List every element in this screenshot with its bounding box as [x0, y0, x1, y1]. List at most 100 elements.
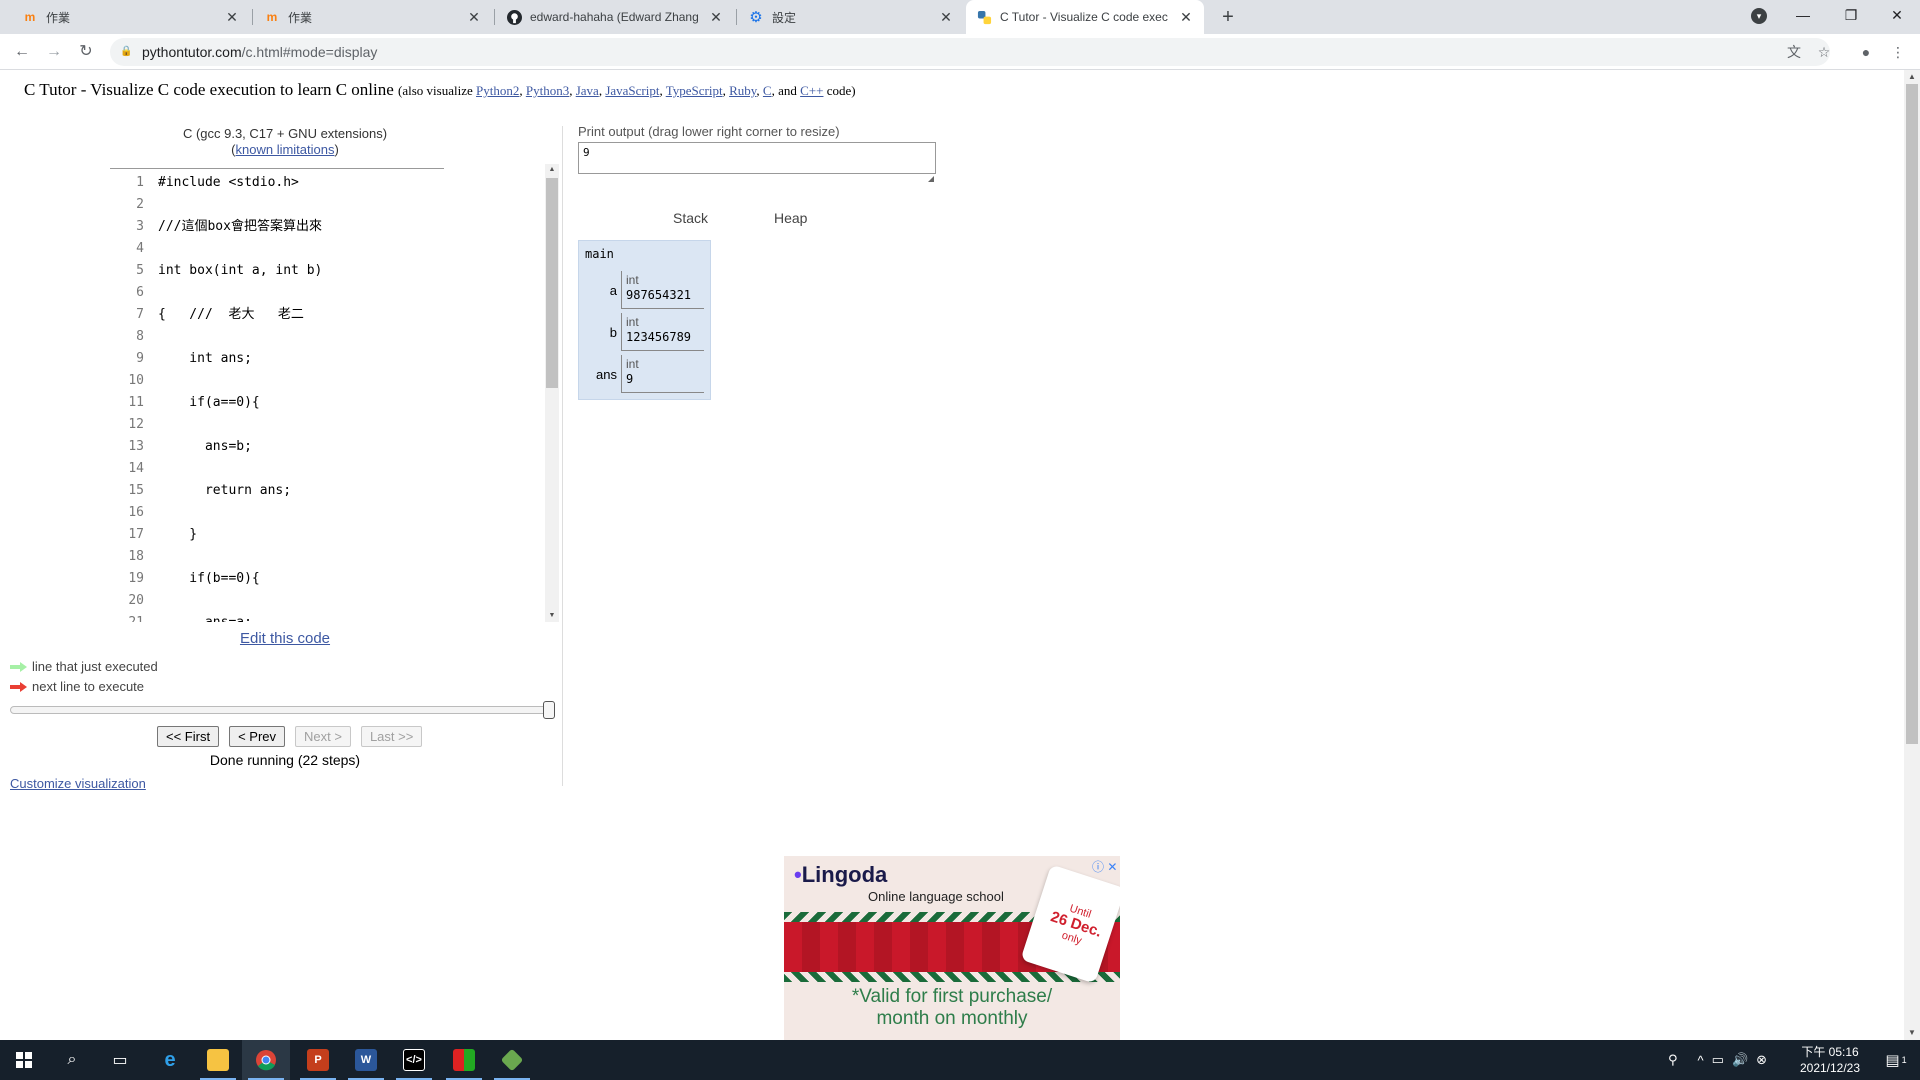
scroll-down-icon[interactable]: ▼: [1904, 1026, 1920, 1040]
task-view-icon[interactable]: ▭: [96, 1040, 144, 1080]
step-slider-handle[interactable]: [543, 701, 555, 719]
resize-handle-icon[interactable]: [928, 176, 934, 182]
variable-b: b int 123456789: [579, 313, 712, 353]
tray-chevron-icon[interactable]: ^: [1698, 1053, 1704, 1068]
forward-icon[interactable]: →: [42, 40, 66, 64]
link-javascript[interactable]: JavaScript: [605, 83, 659, 98]
close-tab-icon[interactable]: ✕: [224, 9, 240, 26]
scroll-down-icon[interactable]: ▼: [545, 610, 559, 622]
people-icon[interactable]: ⚲: [1668, 1052, 1678, 1068]
execution-status: Done running (22 steps): [209, 752, 361, 768]
known-limitations-link[interactable]: known limitations: [236, 142, 335, 157]
var-name: b: [609, 325, 617, 340]
line-number: 12: [128, 417, 144, 432]
close-tab-icon[interactable]: ✕: [708, 9, 724, 26]
link-python2[interactable]: Python2: [476, 83, 519, 98]
line-number: 1: [136, 175, 144, 190]
back-icon[interactable]: ←: [10, 40, 34, 64]
address-bar[interactable]: 🔒 pythontutor.com/c.html#mode=display: [110, 38, 1830, 66]
minimize-button[interactable]: —: [1780, 0, 1826, 30]
lingoda-mark-icon: •: [794, 862, 802, 887]
network-icon[interactable]: ▭: [1712, 1052, 1724, 1068]
also-visualize: (also visualize Python2, Python3, Java, …: [398, 83, 856, 98]
scroll-up-icon[interactable]: ▲: [1904, 70, 1920, 84]
reload-icon[interactable]: ↻: [74, 40, 98, 64]
tab-3[interactable]: edward-hahaha (Edward Zhang ✕: [496, 0, 734, 34]
word-icon[interactable]: W: [342, 1040, 390, 1080]
start-button[interactable]: [0, 1040, 48, 1080]
link-cpp[interactable]: C++: [800, 83, 823, 98]
customize-link[interactable]: Customize visualization: [10, 776, 146, 791]
menu-kebab-icon[interactable]: ⋮: [1886, 40, 1910, 64]
close-tab-icon[interactable]: ✕: [938, 9, 954, 26]
line-number: 4: [136, 241, 144, 256]
python-icon: [976, 9, 992, 25]
code-line: 14: [110, 458, 158, 480]
git-icon[interactable]: [488, 1040, 536, 1080]
tab-1[interactable]: m 作業 ✕: [12, 0, 250, 34]
code-text: #include <stdio.h>: [158, 175, 299, 190]
input-method-icon[interactable]: ⊗: [1756, 1052, 1767, 1068]
step-slider-track[interactable]: [10, 706, 555, 714]
clock[interactable]: 下午 05:16 2021/12/23: [1790, 1044, 1870, 1076]
link-ruby[interactable]: Ruby: [729, 83, 756, 98]
volume-icon[interactable]: 🔊: [1732, 1052, 1748, 1068]
translate-icon[interactable]: 文: [1782, 40, 1806, 64]
line-number: 11: [128, 395, 144, 410]
search-icon[interactable]: ⌕: [48, 1040, 96, 1080]
url-host: pythontutor.com: [142, 44, 242, 60]
scroll-up-icon[interactable]: ▲: [545, 164, 559, 176]
prev-button[interactable]: < Prev: [229, 726, 286, 747]
ad-copy: *Valid for first purchase/ month on mont…: [784, 986, 1120, 1030]
file-explorer-icon[interactable]: [194, 1040, 242, 1080]
chrome-icon[interactable]: [242, 1040, 290, 1080]
tab-active[interactable]: C Tutor - Visualize C code exec ✕: [966, 0, 1204, 34]
page-scroll-thumb[interactable]: [1906, 84, 1918, 744]
legend-next-label: next line to execute: [32, 679, 145, 694]
link-typescript[interactable]: TypeScript: [666, 83, 723, 98]
ad-close-icon[interactable]: ⓘ ✕: [1092, 858, 1117, 875]
code-line: 6: [110, 282, 158, 304]
frame-name: main: [585, 247, 614, 261]
page-scrollbar[interactable]: ▲ ▼: [1904, 70, 1920, 1040]
close-window-button[interactable]: ✕: [1874, 0, 1920, 30]
next-button[interactable]: Next >: [295, 726, 351, 747]
code-line: 7 { /// 老大 老二: [110, 304, 304, 326]
advertisement[interactable]: •Lingoda Online language school Until 26…: [784, 856, 1120, 1040]
powerpoint-icon[interactable]: P: [294, 1040, 342, 1080]
edge-icon[interactable]: e: [146, 1040, 194, 1080]
code-scrollbar[interactable]: ▲ ▼: [545, 164, 559, 622]
legend-executed-label: line that just executed: [32, 659, 158, 674]
line-number: 5: [136, 263, 144, 278]
first-button[interactable]: << First: [157, 726, 220, 747]
link-java[interactable]: Java: [576, 83, 599, 98]
link-c[interactable]: C: [763, 83, 772, 98]
page-title-text: C Tutor - Visualize C code execution to …: [24, 80, 394, 99]
code-line: 10: [110, 370, 158, 392]
new-tab-button[interactable]: +: [1216, 5, 1240, 29]
tab-2[interactable]: m 作業 ✕: [254, 0, 492, 34]
close-tab-icon[interactable]: ✕: [1178, 9, 1194, 26]
ad-tagline: Online language school: [868, 889, 1004, 904]
close-tab-icon[interactable]: ✕: [466, 9, 482, 26]
link-python3[interactable]: Python3: [526, 83, 569, 98]
tab-title: C Tutor - Visualize C code exec: [1000, 10, 1168, 24]
bookmark-star-icon[interactable]: ☆: [1812, 40, 1836, 64]
tab-4[interactable]: ⚙ 設定 ✕: [738, 0, 964, 34]
codeblocks-icon[interactable]: </>: [390, 1040, 438, 1080]
notifications-icon[interactable]: ▤ 1: [1872, 1040, 1920, 1080]
edit-code-link[interactable]: Edit this code: [110, 630, 460, 647]
profile-icon[interactable]: ●: [1854, 40, 1878, 64]
restore-button[interactable]: ❐: [1828, 0, 1874, 30]
code-line: 12: [110, 414, 158, 436]
also-and: , and: [771, 83, 797, 98]
var-type: int: [626, 315, 639, 329]
scroll-thumb[interactable]: [546, 178, 558, 388]
notification-count: 1: [1901, 1055, 1907, 1065]
last-button[interactable]: Last >>: [360, 726, 423, 747]
app-grid-icon[interactable]: [440, 1040, 488, 1080]
line-number: 13: [128, 439, 144, 454]
print-output-box[interactable]: 9: [578, 142, 936, 174]
tab-search-icon[interactable]: ▾: [1751, 8, 1767, 24]
